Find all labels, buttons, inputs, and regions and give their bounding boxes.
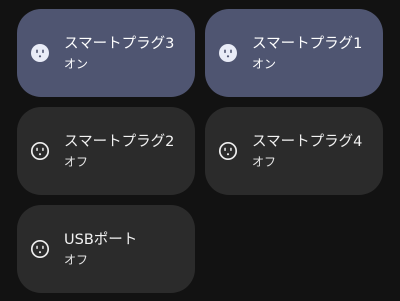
tile-smart-plug-2[interactable]: スマートプラグ2 オフ: [17, 107, 195, 195]
tile-smart-plug-3[interactable]: スマートプラグ3 オン: [17, 9, 195, 97]
tile-title: USBポート: [64, 232, 138, 248]
outlet-icon: [30, 239, 50, 259]
tile-state: オフ: [64, 155, 89, 169]
tile-title: スマートプラグ4: [252, 134, 363, 150]
tile-state: オン: [64, 57, 89, 71]
tile-smart-plug-4[interactable]: スマートプラグ4 オフ: [205, 107, 383, 195]
tile-state: オン: [252, 57, 277, 71]
tile-title: スマートプラグ2: [64, 134, 175, 150]
tile-state: オフ: [252, 155, 277, 169]
outlet-icon: [218, 141, 238, 161]
device-controls-grid: スマートプラグ3 オン スマートプラグ1 オン スマートプラグ2 オフ スマート…: [17, 9, 383, 293]
outlet-icon: [30, 141, 50, 161]
tile-title: スマートプラグ3: [64, 36, 175, 52]
tile-title: スマートプラグ1: [252, 36, 363, 52]
outlet-icon: [30, 43, 50, 63]
tile-smart-plug-1[interactable]: スマートプラグ1 オン: [205, 9, 383, 97]
tile-state: オフ: [64, 253, 89, 267]
outlet-icon: [218, 43, 238, 63]
tile-usb-port[interactable]: USBポート オフ: [17, 205, 195, 293]
